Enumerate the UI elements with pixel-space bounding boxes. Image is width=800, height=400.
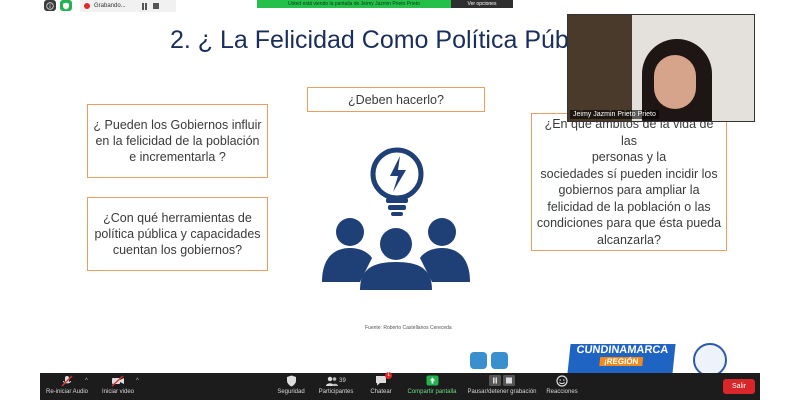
participant-name: Jeimy Jazmin Prieto Prieto bbox=[570, 110, 659, 119]
recording-indicator: Grabando... bbox=[80, 0, 176, 12]
seal-logo bbox=[693, 343, 727, 377]
microphone-muted-icon bbox=[60, 374, 74, 387]
chat-unread-badge: 1 bbox=[385, 372, 392, 379]
source-caption: Fuente: Roberto Castellanos Cereceda bbox=[365, 325, 452, 331]
start-video-label: Iniciar video bbox=[101, 389, 134, 395]
question-text: ¿ Pueden los Gobiernos influir en la fel… bbox=[93, 118, 262, 164]
reactions-label: Reacciones bbox=[546, 389, 578, 395]
start-video-button[interactable]: Iniciar video bbox=[88, 374, 148, 395]
shield-icon[interactable] bbox=[60, 0, 72, 11]
smiley-icon bbox=[555, 374, 569, 387]
question-text: ¿En que ámbitos de la vida de las person… bbox=[536, 116, 722, 248]
pause-stop-recording-label: Pausar/detener grabación bbox=[467, 389, 537, 395]
lightbulb-people-icon bbox=[322, 147, 470, 290]
pause-recording-icon[interactable] bbox=[142, 2, 149, 10]
share-screen-button[interactable]: Compartir pantalla bbox=[402, 374, 462, 395]
partner-logo bbox=[470, 352, 487, 369]
pause-stop-icon bbox=[488, 374, 516, 387]
question-box-ambitos: ¿En que ámbitos de la vida de las person… bbox=[531, 113, 727, 251]
chat-bubble-icon: 1 bbox=[374, 372, 392, 387]
exit-meeting-button[interactable]: Salir bbox=[723, 379, 755, 394]
participant-video[interactable]: Jeimy Jazmin Prieto Prieto bbox=[567, 14, 755, 122]
slide-title: 2. ¿ La Felicidad Como Política Púb bbox=[170, 26, 569, 54]
recording-label: Grabando... bbox=[94, 3, 126, 9]
restart-audio-label: Re-iniciar Audio bbox=[45, 389, 89, 395]
screen-share-banner: Usted está viendo la pantalla de Jeimy J… bbox=[257, 0, 451, 8]
question-line: alcanzarla? bbox=[597, 232, 661, 247]
cundinamarca-logo-text: CUNDINAMARCA bbox=[575, 344, 669, 356]
share-screen-icon bbox=[425, 374, 439, 387]
question-line: gobiernos para ampliar la bbox=[558, 183, 700, 197]
stop-recording-icon[interactable] bbox=[153, 3, 159, 9]
question-line: felicidad de la población o las bbox=[547, 199, 711, 214]
recording-dot-icon bbox=[84, 3, 90, 9]
question-line: condiciones para que ésta pueda bbox=[536, 216, 722, 230]
question-line: sociedades sí pueden incidir los bbox=[540, 166, 718, 181]
security-shield-icon bbox=[284, 374, 298, 387]
video-options-chevron-icon[interactable]: ^ bbox=[136, 378, 139, 384]
view-options-button[interactable]: Ver opciones bbox=[451, 0, 513, 8]
participant-face bbox=[654, 55, 696, 109]
region-logo-text: ¡REGIÓN bbox=[599, 357, 643, 366]
question-box-influir: ¿ Pueden los Gobiernos influir en la fel… bbox=[87, 104, 268, 178]
question-text: ¿Deben hacerlo? bbox=[348, 92, 444, 107]
partner-logo bbox=[491, 352, 508, 369]
question-box-herramientas: ¿Con qué herramientas de política públic… bbox=[87, 197, 268, 271]
participants-label: Participantes bbox=[318, 389, 354, 395]
camera-off-icon bbox=[111, 374, 125, 387]
participants-count: 39 bbox=[339, 377, 346, 384]
video-background-shelf bbox=[568, 15, 632, 121]
participants-icon: 39 bbox=[324, 374, 348, 387]
meeting-toolbar: Re-iniciar Audio ^ Iniciar video ^ Segur… bbox=[40, 372, 760, 400]
zoom-meeting-window: Grabando... Usted está viendo la pantall… bbox=[0, 0, 800, 400]
cundinamarca-logo: CUNDINAMARCA ¡REGIÓN bbox=[567, 344, 676, 374]
partner-logos bbox=[470, 352, 528, 374]
question-box-deben: ¿Deben hacerlo? bbox=[307, 87, 485, 112]
chat-label: Chatear bbox=[370, 389, 392, 395]
share-screen-label: Compartir pantalla bbox=[407, 389, 457, 395]
reactions-button[interactable]: Reacciones bbox=[532, 374, 592, 395]
question-line: personas y la bbox=[591, 150, 667, 164]
question-text: ¿Con qué herramientas de política públic… bbox=[94, 211, 261, 257]
security-label: Seguridad bbox=[277, 389, 305, 395]
info-icon[interactable] bbox=[44, 0, 56, 11]
